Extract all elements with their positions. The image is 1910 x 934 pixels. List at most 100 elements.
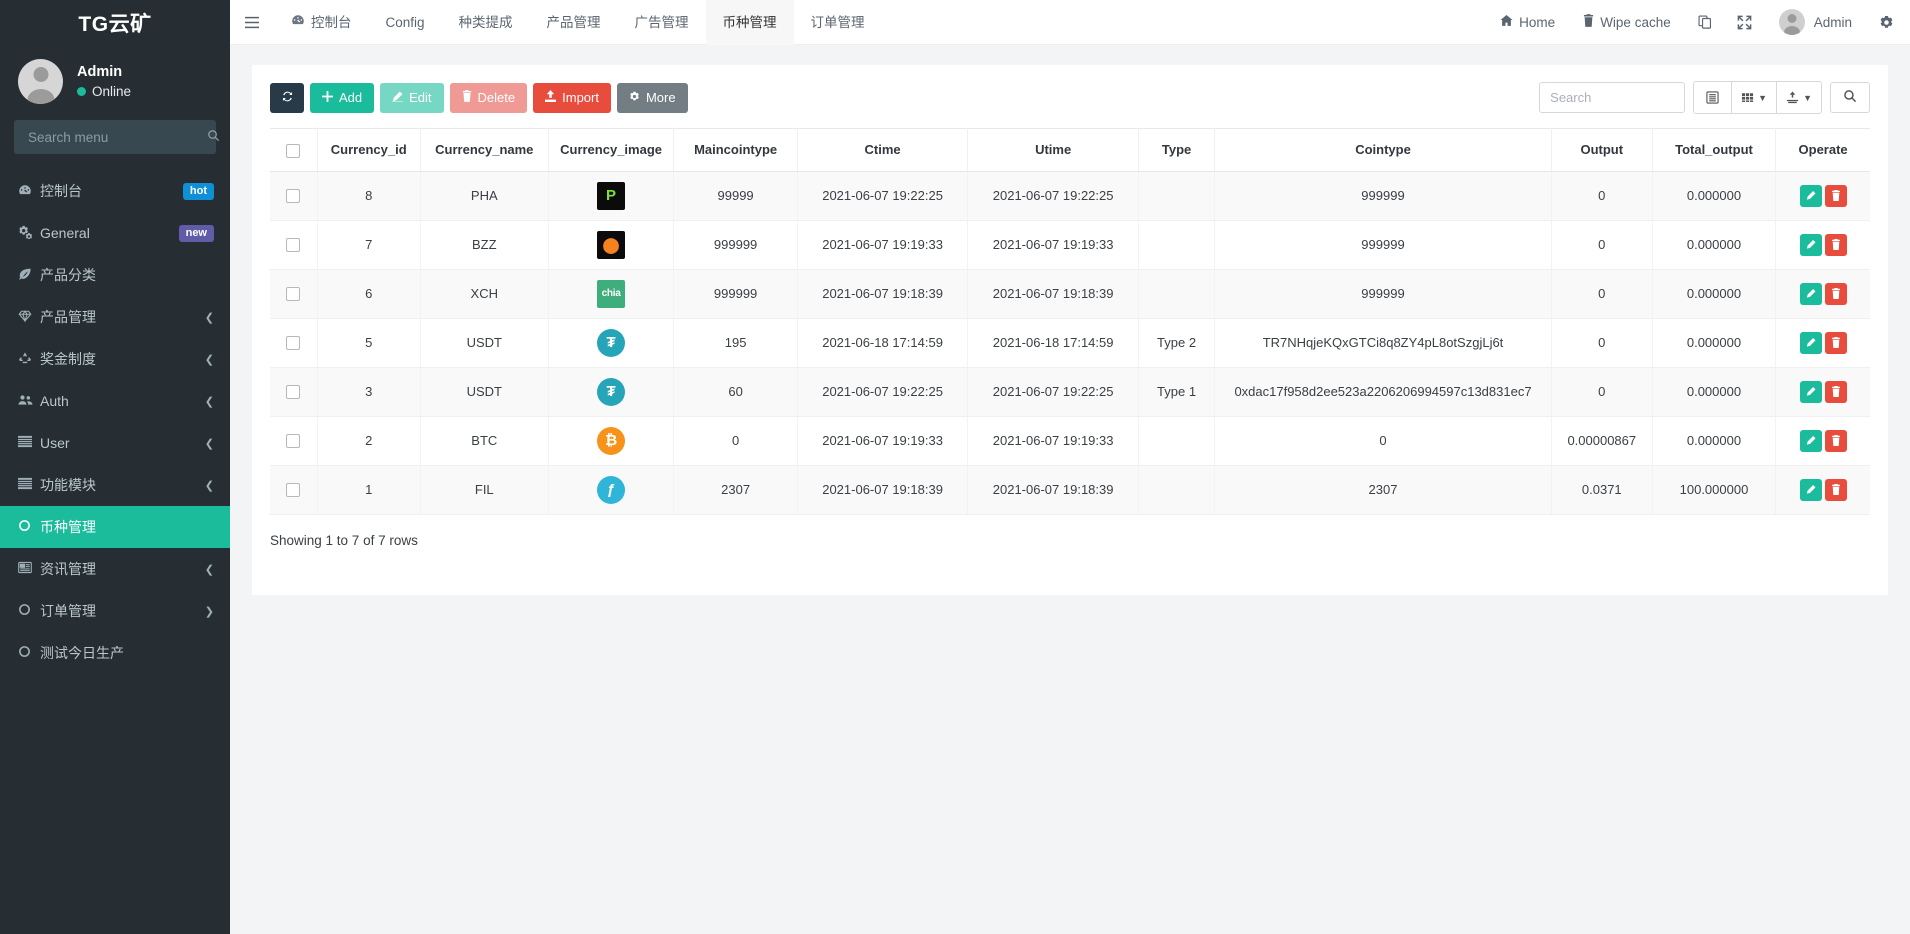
more-label: More	[646, 90, 676, 105]
sidebar-item-label: 控制台	[40, 181, 183, 201]
table-row[interactable]: 3USDT₮602021-06-07 19:22:252021-06-07 19…	[270, 367, 1870, 416]
more-button[interactable]: More	[617, 83, 688, 113]
sidebar-item-0[interactable]: 控制台hot	[0, 170, 230, 212]
table-row[interactable]: 6XCHchia9999992021-06-07 19:18:392021-06…	[270, 269, 1870, 318]
tab-0[interactable]: 控制台	[274, 0, 369, 45]
row-edit-button[interactable]	[1800, 234, 1822, 256]
column-header[interactable]: Currency_image	[548, 129, 674, 172]
column-header[interactable]: Total_output	[1652, 129, 1775, 172]
sidebar-item-2[interactable]: 产品分类	[0, 254, 230, 296]
tab-3[interactable]: 产品管理	[530, 0, 618, 45]
row-checkbox[interactable]	[286, 434, 300, 448]
cell-maincointype: 60	[674, 367, 797, 416]
column-header[interactable]: Currency_name	[420, 129, 548, 172]
sidebar-item-9[interactable]: 资讯管理❮	[0, 548, 230, 590]
row-checkbox[interactable]	[286, 336, 300, 350]
row-edit-button[interactable]	[1800, 479, 1822, 501]
tab-1[interactable]: Config	[369, 0, 442, 45]
table-row[interactable]: 7BZZ⬤9999992021-06-07 19:19:332021-06-07…	[270, 220, 1870, 269]
row-delete-button[interactable]	[1825, 381, 1847, 403]
circle-o-icon	[18, 519, 40, 535]
row-checkbox[interactable]	[286, 287, 300, 301]
add-button[interactable]: Add	[310, 83, 374, 113]
cell-operate	[1776, 318, 1870, 367]
hamburger-menu-icon[interactable]	[230, 0, 274, 45]
select-all-checkbox[interactable]	[286, 144, 300, 158]
tab-4[interactable]: 广告管理	[618, 0, 706, 45]
export-icon[interactable]: ▼	[1777, 82, 1821, 113]
coin-logo-icon: ƒ	[597, 476, 625, 504]
search-input[interactable]	[1539, 82, 1685, 113]
cell-currency-id: 7	[317, 220, 420, 269]
currency-management-card: Add Edit Delete	[252, 65, 1888, 595]
dashboard-icon	[291, 0, 305, 45]
tab-5[interactable]: 币种管理	[706, 0, 794, 45]
user-menu[interactable]: Admin	[1765, 0, 1866, 45]
cell-currency-image: P	[548, 171, 674, 220]
columns-grid-icon[interactable]: ▼	[1732, 82, 1777, 113]
sidebar-item-10[interactable]: 订单管理❯	[0, 590, 230, 632]
row-edit-button[interactable]	[1800, 381, 1822, 403]
row-checkbox[interactable]	[286, 238, 300, 252]
column-header[interactable]: Currency_id	[317, 129, 420, 172]
row-delete-button[interactable]	[1825, 430, 1847, 452]
row-edit-button[interactable]	[1800, 430, 1822, 452]
column-header[interactable]: Operate	[1776, 129, 1870, 172]
table-row[interactable]: 5USDT₮1952021-06-18 17:14:592021-06-18 1…	[270, 318, 1870, 367]
column-header[interactable]: Cointype	[1215, 129, 1552, 172]
import-button[interactable]: Import	[533, 83, 611, 113]
clone-icon[interactable]	[1685, 0, 1725, 45]
sidebar-item-3[interactable]: 产品管理❮	[0, 296, 230, 338]
users-icon	[18, 393, 40, 410]
edit-label: Edit	[409, 90, 431, 105]
search-menu-input[interactable]	[26, 129, 207, 146]
row-edit-button[interactable]	[1800, 185, 1822, 207]
row-delete-button[interactable]	[1825, 332, 1847, 354]
cell-maincointype: 99999	[674, 171, 797, 220]
home-link[interactable]: Home	[1486, 0, 1569, 45]
row-checkbox[interactable]	[286, 483, 300, 497]
column-header[interactable]: Ctime	[797, 129, 968, 172]
row-delete-button[interactable]	[1825, 234, 1847, 256]
tab-label: 订单管理	[811, 0, 865, 45]
table-view-icon[interactable]	[1694, 82, 1732, 113]
sidebar-item-5[interactable]: Auth❮	[0, 380, 230, 422]
add-label: Add	[339, 90, 362, 105]
table-row[interactable]: 2BTC₿02021-06-07 19:19:332021-06-07 19:1…	[270, 416, 1870, 465]
edit-button[interactable]: Edit	[380, 83, 443, 113]
row-delete-button[interactable]	[1825, 185, 1847, 207]
row-edit-button[interactable]	[1800, 332, 1822, 354]
expand-arrows-icon[interactable]	[1725, 0, 1765, 45]
sidebar-item-11[interactable]: 测试今日生产	[0, 632, 230, 674]
column-header[interactable]: Output	[1551, 129, 1652, 172]
diamond-icon	[18, 309, 40, 326]
sidebar-item-7[interactable]: 功能模块❮	[0, 464, 230, 506]
wipe-cache-link[interactable]: Wipe cache	[1569, 0, 1685, 45]
advanced-search-button[interactable]	[1830, 82, 1870, 113]
table-footer: Showing 1 to 7 of 7 rows	[270, 533, 1870, 548]
sidebar-item-1[interactable]: Generalnew	[0, 212, 230, 254]
tab-2[interactable]: 种类提成	[442, 0, 530, 45]
row-edit-button[interactable]	[1800, 283, 1822, 305]
brand-title[interactable]: TG云矿	[0, 0, 230, 45]
delete-button[interactable]: Delete	[450, 83, 528, 113]
tab-6[interactable]: 订单管理	[794, 0, 882, 45]
column-header[interactable]: Type	[1138, 129, 1214, 172]
sidebar-item-8[interactable]: 币种管理	[0, 506, 230, 548]
tab-label: 种类提成	[459, 0, 513, 45]
row-delete-button[interactable]	[1825, 479, 1847, 501]
row-checkbox[interactable]	[286, 189, 300, 203]
sidebar-search[interactable]	[14, 120, 216, 154]
refresh-button[interactable]	[270, 83, 304, 113]
gear-icon[interactable]	[1866, 0, 1906, 45]
select-all-header	[270, 129, 317, 172]
column-header[interactable]: Maincointype	[674, 129, 797, 172]
coin-logo-icon: chia	[597, 280, 625, 308]
row-delete-button[interactable]	[1825, 283, 1847, 305]
table-row[interactable]: 8PHAP999992021-06-07 19:22:252021-06-07 …	[270, 171, 1870, 220]
sidebar-item-4[interactable]: 奖金制度❮	[0, 338, 230, 380]
table-row[interactable]: 1FILƒ23072021-06-07 19:18:392021-06-07 1…	[270, 465, 1870, 514]
sidebar-item-6[interactable]: User❮	[0, 422, 230, 464]
row-checkbox[interactable]	[286, 385, 300, 399]
column-header[interactable]: Utime	[968, 129, 1139, 172]
